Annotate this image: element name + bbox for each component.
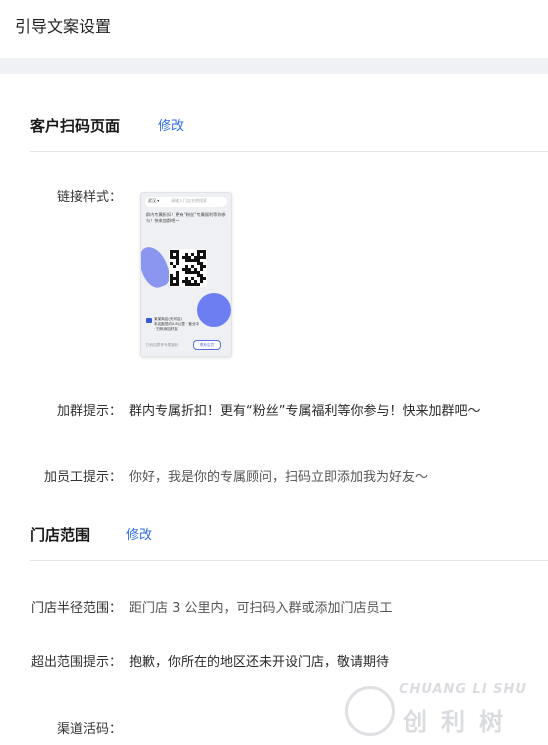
scan-section-edit-link[interactable]: 修改	[158, 115, 184, 134]
preview-foot-text: 扫码加群享专属福利	[146, 343, 179, 347]
preview-contact-button: 联系店员	[193, 340, 221, 350]
scan-section-title: 客户扫码页面	[30, 117, 121, 135]
staff-tip-value: 你好，我是你的专属顾问，扫码立即添加我为好友～	[129, 470, 429, 485]
section-separator-band	[0, 58, 548, 74]
channel-code-label: 渠道活码：	[56, 722, 122, 737]
page-title: 引导文案设置	[15, 17, 112, 36]
preview-city: 武汉 ▾	[148, 198, 160, 203]
out-range-value: 抱歉，你所在的地区还未开设门店，敬请期待	[129, 655, 390, 670]
link-style-preview[interactable]: 武汉 ▾ 请输入门店名称搜索 群内专属折扣！更有“粉丝”专属福利等你参与！快来加…	[140, 192, 232, 357]
watermark-logo: CHUANG LI SHU 创利树	[345, 680, 545, 740]
page-header: 引导文案设置	[0, 0, 548, 58]
preview-greeting: 群内专属折扣！更有“粉丝”专属福利等你参与！快来加群吧～	[146, 212, 226, 223]
radius-value: 距门店 3 公里内，可扫码入群或添加门店员工	[129, 601, 393, 616]
preview-store-info: 某某商店(天河店) 本店距您约0.8公里 · 营业中 · 扫码添加好友	[146, 317, 200, 332]
preview-search-bar: 武汉 ▾ 请输入门店名称搜索	[145, 197, 227, 207]
link-style-label: 链接样式：	[56, 190, 122, 205]
radius-label: 门店半径范围：	[30, 601, 122, 616]
staff-tip-label: 加员工提示：	[43, 470, 122, 485]
watermark-en: CHUANG LI SHU	[399, 682, 527, 697]
group-tip-value: 群内专属折扣！更有“粉丝”专属福利等你参与！快来加群吧～	[129, 404, 481, 419]
store-section-edit-link[interactable]: 修改	[126, 524, 152, 543]
preview-search-placeholder: 请输入门店名称搜索	[171, 198, 207, 203]
qr-code-icon	[169, 249, 207, 287]
group-tip-label: 加群提示：	[56, 404, 122, 419]
preview-store-detail: 本店距您约0.8公里 · 营业中 · 扫码添加好友	[154, 322, 200, 331]
preview-decoration-circle	[197, 293, 231, 327]
store-section-title: 门店范围	[30, 526, 91, 544]
watermark-cn: 创利树	[403, 708, 517, 736]
watermark-wave-icon	[345, 686, 395, 736]
out-range-label: 超出范围提示：	[30, 655, 122, 670]
store-section-divider	[30, 560, 548, 561]
store-icon	[146, 318, 152, 323]
scan-section-divider	[30, 151, 548, 152]
